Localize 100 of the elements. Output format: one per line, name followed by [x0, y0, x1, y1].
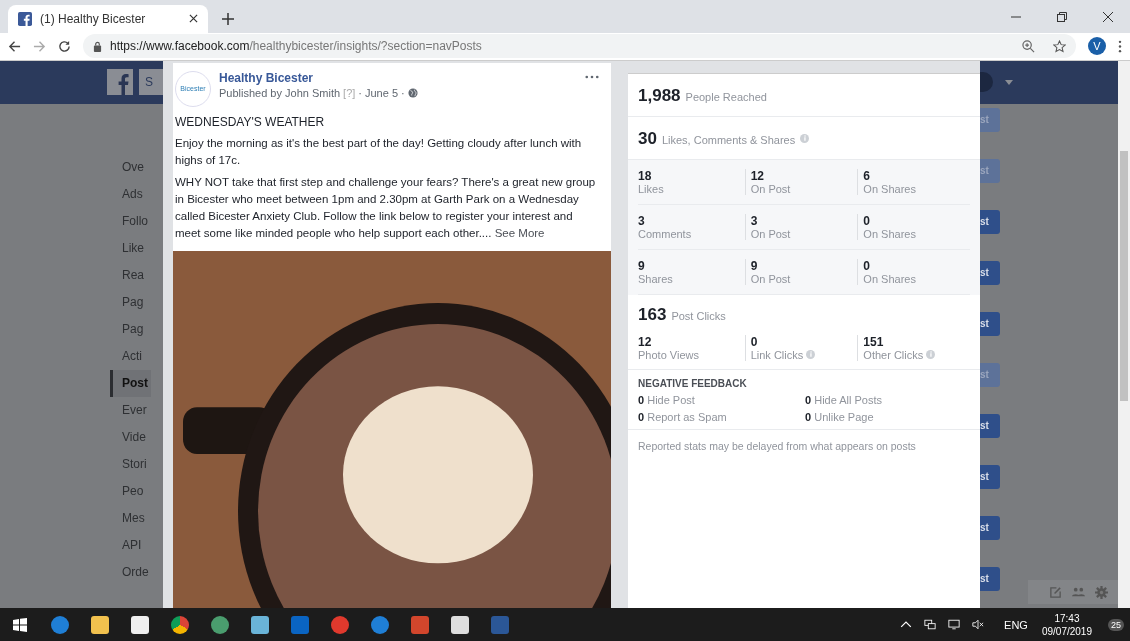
more-options-icon[interactable]	[585, 74, 599, 79]
sidebar-item[interactable]: Pag	[110, 315, 151, 343]
stat-value: 0	[750, 334, 759, 349]
stat-label: On Shares	[863, 182, 917, 195]
app-icon[interactable]	[171, 615, 189, 634]
sidebar-item[interactable]: Post	[110, 369, 151, 397]
back-icon[interactable]	[8, 39, 21, 53]
clock[interactable]: 17:43 09/07/2019	[1041, 611, 1092, 638]
new-tab-icon[interactable]	[222, 12, 234, 25]
stat-value: 3	[750, 213, 759, 228]
feedback-stat: 0 Report as Spam	[638, 410, 727, 423]
stat-label: Comments	[638, 227, 693, 240]
see-more-link[interactable]: See More	[494, 226, 545, 239]
stat-label: Link Clicks	[750, 348, 804, 361]
menu-icon[interactable]	[1118, 39, 1122, 53]
separator-dot: ·	[401, 86, 405, 99]
scrollbar[interactable]	[1118, 60, 1130, 609]
caret-icon[interactable]	[1005, 79, 1013, 85]
notification-badge[interactable]: 25	[1108, 618, 1124, 631]
sidebar-item[interactable]: Stori	[110, 450, 151, 478]
engagement-count: 30	[638, 128, 657, 149]
zoom-icon[interactable]	[1022, 39, 1035, 53]
profile-avatar[interactable]: V	[1088, 37, 1106, 56]
folder-icon[interactable]	[91, 615, 109, 634]
section-heading: NEGATIVE FEEDBACK	[638, 377, 748, 389]
boost-button[interactable]: st	[980, 566, 1000, 591]
stat-label: On Post	[750, 182, 792, 195]
feedback-stat: 0 Hide Post	[638, 393, 695, 406]
sidebar-item[interactable]: Peo	[110, 477, 151, 505]
chevron-up-icon[interactable]	[900, 619, 913, 630]
lock-icon	[93, 40, 102, 52]
post-date[interactable]: June 5	[365, 86, 398, 99]
search-field[interactable]: S	[139, 69, 163, 96]
close-icon[interactable]	[1102, 10, 1114, 23]
stat-value: 9	[638, 258, 646, 273]
clicks-count: 163	[638, 304, 667, 325]
stat-label: Likes	[638, 182, 665, 195]
stat-value: 3	[638, 213, 646, 228]
stat-value: 6	[863, 168, 872, 183]
network-icon[interactable]	[924, 619, 937, 630]
app-icon[interactable]	[251, 615, 269, 634]
monitor-icon[interactable]	[948, 619, 961, 630]
stat-value: 0	[863, 213, 872, 228]
star-icon[interactable]	[1053, 39, 1066, 53]
reach-count: 1,988	[638, 85, 681, 106]
reload-icon[interactable]	[58, 39, 71, 53]
separator-dot: ·	[358, 86, 362, 99]
boost-button[interactable]: st	[980, 515, 1000, 540]
engagement-label: Likes, Comments & Shares	[661, 133, 796, 146]
sidebar-item[interactable]: Follo	[110, 207, 151, 235]
sidebar-item[interactable]: Ads	[110, 180, 151, 208]
boost-button[interactable]: st	[980, 260, 1000, 285]
stat-value: 9	[750, 258, 759, 273]
speaker-muted-icon[interactable]	[972, 619, 985, 630]
browser-tab[interactable]: (1) Healthy Bicester	[8, 4, 208, 33]
address-bar[interactable]: https://www.facebook.com/healthybicester/insights/?section=navPosts	[83, 34, 1076, 59]
language-indicator[interactable]: ENG	[1004, 618, 1028, 631]
publisher-text: Published by John Smith	[219, 86, 341, 99]
page-name-link[interactable]: Healthy Bicester	[219, 70, 577, 85]
facebook-logo-icon[interactable]	[107, 69, 133, 96]
sidebar-item[interactable]: Rea	[110, 261, 151, 289]
post-paragraph: Enjoy the morning as it's the best part of the day! Getting cloudy after lunch with highs of 17c.	[174, 135, 583, 168]
stat-label: On Shares	[863, 272, 917, 285]
sidebar-item[interactable]: Pag	[110, 288, 151, 316]
sidebar-item[interactable]: Ever	[110, 396, 151, 424]
boost-button[interactable]: st	[980, 464, 1000, 489]
stat-label: Photo Views	[638, 348, 699, 361]
globe-icon	[407, 87, 418, 98]
sidebar-item[interactable]: Orde	[110, 558, 151, 586]
stat-value: 12	[638, 334, 653, 349]
sidebar-item[interactable]: Acti	[110, 342, 151, 370]
sidebar-item[interactable]: API	[110, 531, 151, 559]
stat-label: On Shares	[863, 227, 917, 240]
feedback-stat: 0 Unlike Page	[805, 410, 874, 423]
stat-label: Shares	[638, 272, 674, 285]
post-paragraph: WHY NOT take that first step and challenge your fears? There's a great new group in Bicester who meet between 1pm and 2.30pm at Garth Park on a Wednesday called Bicester Anxiety Club. Follow the link below to register your interest and meet some like minded people who help support each other.... See More	[174, 174, 597, 241]
sidebar-item[interactable]: Mes	[110, 504, 151, 532]
stat-value: 18	[638, 168, 653, 183]
windows-logo-icon[interactable]	[13, 617, 27, 632]
facebook-logo-icon	[18, 11, 32, 26]
help-link[interactable]: [?]	[343, 86, 356, 99]
sidebar-item[interactable]: Ove	[110, 153, 151, 181]
feedback-stat: 0 Hide All Posts	[805, 393, 883, 406]
stat-value: 0	[863, 258, 872, 273]
footnote-text: Reported stats may be delayed from what appears on posts	[637, 438, 917, 454]
sidebar-item[interactable]: Like	[110, 234, 151, 262]
restore-icon[interactable]	[1056, 10, 1068, 23]
envelope-icon[interactable]	[131, 615, 149, 634]
boost-button[interactable]: st	[980, 311, 1000, 336]
boost-button[interactable]: st	[980, 209, 1000, 234]
stat-label: Other Clicks	[863, 348, 924, 361]
stat-label: On Post	[750, 227, 792, 240]
close-tab-icon[interactable]	[189, 14, 198, 24]
boost-button[interactable]: st	[980, 413, 1000, 438]
reach-label: People Reached	[685, 90, 767, 103]
stat-value: 12	[750, 168, 766, 183]
sidebar-item[interactable]: Vide	[110, 423, 151, 451]
stat-value: 151	[863, 334, 885, 349]
app-icon[interactable]	[451, 615, 469, 634]
app-icon[interactable]	[211, 615, 229, 634]
